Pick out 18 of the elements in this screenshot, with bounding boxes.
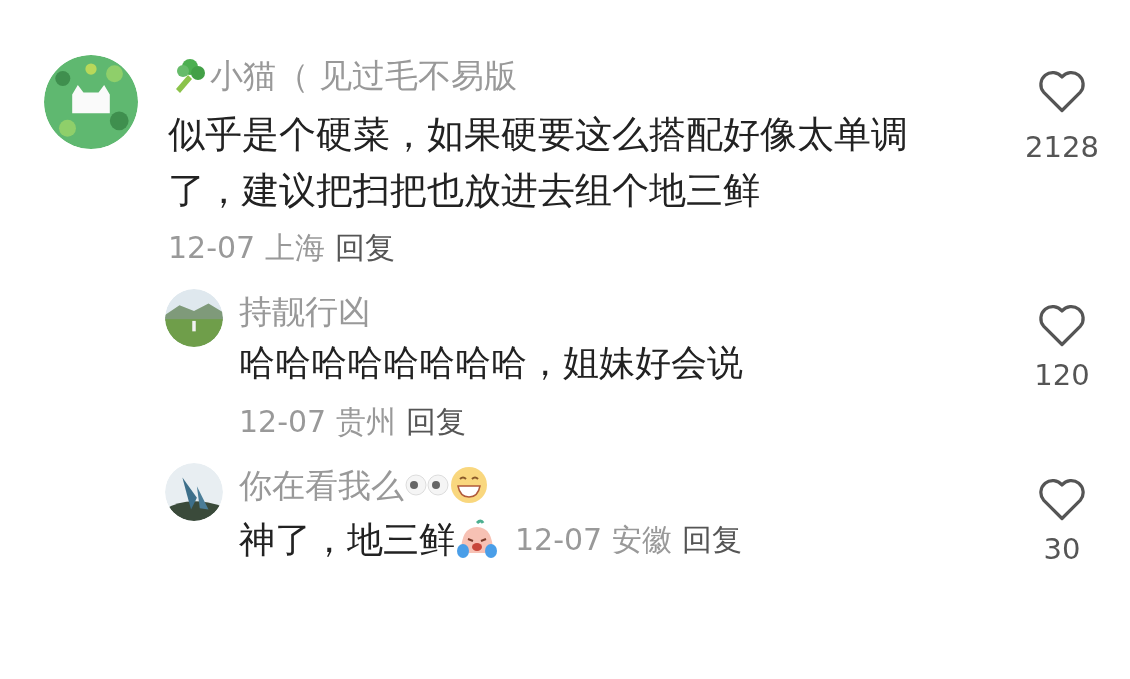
reply-link[interactable]: 回复 xyxy=(335,233,396,263)
comment-text: 似乎是个硬菜，如果硬要这么搭配好像太单调了，建议把扫把也放进去组个地三鲜 xyxy=(168,113,908,212)
crying-face-icon xyxy=(455,519,499,561)
grinning-face-icon xyxy=(450,466,488,504)
comment-text: 哈哈哈哈哈哈哈哈，姐妹好会说 xyxy=(239,345,743,381)
comment-location: 上海 xyxy=(265,233,326,263)
like-count: 30 xyxy=(1043,535,1081,564)
reply-link[interactable]: 回复 xyxy=(406,407,467,437)
comment-date: 12-07 xyxy=(168,233,256,263)
comment-date: 12-07 xyxy=(515,525,603,555)
like-count: 2128 xyxy=(1025,133,1099,162)
comment-location: 安徽 xyxy=(612,525,673,555)
eyes-icon xyxy=(404,473,450,497)
like-count: 120 xyxy=(1034,361,1090,390)
reply-link[interactable]: 回复 xyxy=(682,525,743,555)
comment-date: 12-07 xyxy=(239,407,327,437)
comment-text: 神了，地三鲜 xyxy=(239,522,455,558)
comment-location: 贵州 xyxy=(336,407,397,437)
